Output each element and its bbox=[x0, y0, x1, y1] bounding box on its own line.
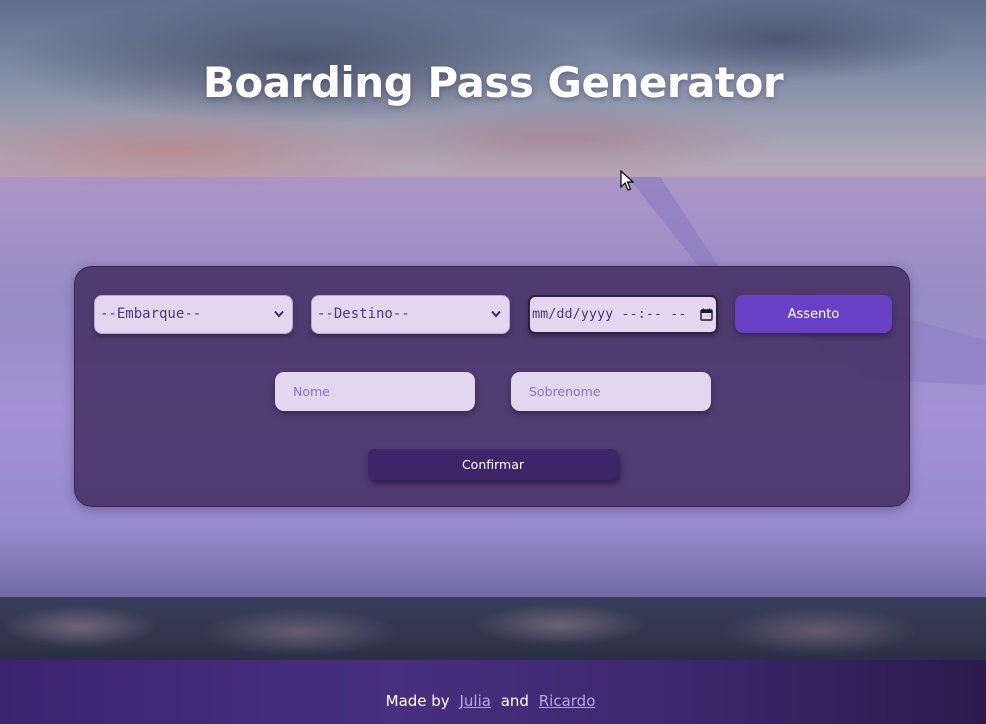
author-link-ricardo[interactable]: Ricardo bbox=[539, 692, 596, 710]
datetime-display: mm/dd/yyyy --:-- -- bbox=[532, 306, 687, 322]
footer-prefix: Made by bbox=[385, 692, 450, 710]
chevron-down-icon bbox=[274, 310, 284, 318]
boarding-form: --Embarque-- --Destino-- mm/dd/yyyy --:-… bbox=[74, 266, 910, 507]
footer: Made by Julia and Ricardo bbox=[0, 660, 986, 724]
seat-button[interactable]: Assento bbox=[735, 295, 892, 333]
author-link-julia[interactable]: Julia bbox=[459, 692, 490, 710]
nome-input[interactable] bbox=[275, 372, 475, 411]
destino-select[interactable]: --Destino-- bbox=[311, 295, 510, 334]
embarque-selected-value: --Embarque-- bbox=[100, 306, 202, 322]
page-title: Boarding Pass Generator bbox=[202, 58, 784, 107]
destino-selected-value: --Destino-- bbox=[317, 306, 410, 322]
datetime-input[interactable]: mm/dd/yyyy --:-- -- bbox=[528, 295, 718, 334]
footer-connector: and bbox=[500, 692, 529, 710]
chevron-down-icon bbox=[491, 310, 501, 318]
embarque-select[interactable]: --Embarque-- bbox=[94, 295, 293, 334]
cloud-band bbox=[0, 597, 986, 660]
confirm-button[interactable]: Confirmar bbox=[368, 449, 618, 480]
calendar-icon[interactable] bbox=[700, 308, 713, 321]
cursor-icon bbox=[620, 170, 635, 191]
sobrenome-input[interactable] bbox=[511, 372, 711, 411]
